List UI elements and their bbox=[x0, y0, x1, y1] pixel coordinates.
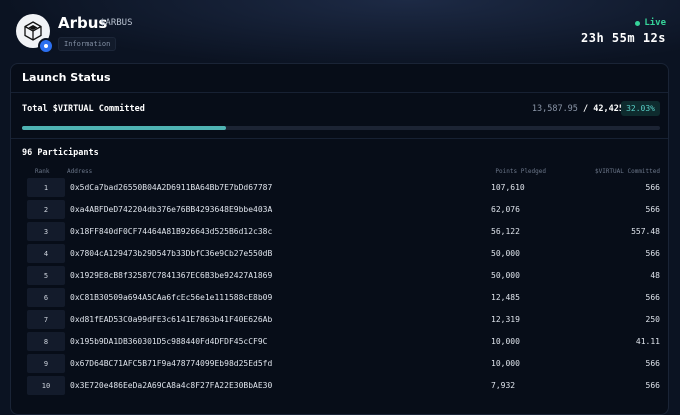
address-cell[interactable]: 0x1929E8cB8f32587C7841367EC6B3be92427A18… bbox=[70, 271, 272, 280]
address-cell[interactable]: 0x67D64BC71AFC5B71F9a478774099Eb98d25Ed5… bbox=[70, 359, 272, 368]
committed-target: 42,425 bbox=[593, 104, 624, 114]
points-cell: 107,610 bbox=[491, 183, 525, 192]
points-cell: 10,000 bbox=[491, 337, 520, 346]
virtual-cell: 566 bbox=[645, 381, 660, 390]
progress-divider bbox=[11, 138, 668, 139]
committed-label: Total $VIRTUAL Committed bbox=[22, 104, 145, 114]
rank-cell: 8 bbox=[27, 332, 65, 351]
virtual-cell: 566 bbox=[645, 183, 660, 192]
table-row[interactable]: 9 0x67D64BC71AFC5B71F9a478774099Eb98d25Ed… bbox=[27, 354, 660, 373]
rank-cell: 10 bbox=[27, 376, 65, 395]
token-ticker: $ARBUS bbox=[100, 18, 133, 28]
address-cell[interactable]: 0xd81fEAD53C0a99dFE3c6141E7863b41F40E626… bbox=[70, 315, 272, 324]
table-row[interactable]: 8 0x195b9DA1DB360301D5c988440Fd4DFDF45cCF… bbox=[27, 332, 660, 351]
points-cell: 50,000 bbox=[491, 271, 520, 280]
rank-cell: 5 bbox=[27, 266, 65, 285]
address-cell[interactable]: 0x7804cA129473b29D547b33DbfC36e9Cb27e550… bbox=[70, 249, 272, 258]
rank-cell: 1 bbox=[27, 178, 65, 197]
address-cell[interactable]: 0xa4ABFDeD742204db376e76BB4293648E9bbe40… bbox=[70, 205, 272, 214]
rank-cell: 7 bbox=[27, 310, 65, 329]
live-dot-icon bbox=[635, 20, 641, 26]
launch-status-panel: Launch Status Total $VIRTUAL Committed 1… bbox=[10, 63, 669, 415]
address-cell[interactable]: 0xC81B30509a694A5CAa6fcEc56e1e111588cE8b… bbox=[70, 293, 272, 302]
committed-current: 13,587.95 bbox=[531, 104, 578, 114]
points-cell: 10,000 bbox=[491, 359, 520, 368]
committed-amount: 13,587.95 / 42,425 bbox=[532, 104, 624, 114]
virtual-cell: 250 bbox=[645, 315, 660, 324]
rank-cell: 2 bbox=[27, 200, 65, 219]
points-cell: 62,076 bbox=[491, 205, 520, 214]
live-status: Live bbox=[635, 18, 666, 28]
table-row[interactable]: 2 0xa4ABFDeD742204db376e76BB4293648E9bbe4… bbox=[27, 200, 660, 219]
address-cell[interactable]: 0x3E720e486EeDa2A69CA8a4c8F27FA22E30BbAE… bbox=[70, 381, 272, 390]
progress-bar bbox=[22, 126, 660, 130]
virtual-cell: 566 bbox=[645, 293, 660, 302]
virtual-cell: 48 bbox=[650, 271, 660, 280]
virtual-cell: 566 bbox=[645, 205, 660, 214]
column-header-address: Address bbox=[67, 168, 93, 175]
panel-title: Launch Status bbox=[22, 71, 111, 84]
points-cell: 56,122 bbox=[491, 227, 520, 236]
title-divider bbox=[11, 92, 668, 93]
address-cell[interactable]: 0x18FF840dF0CF74464A81B926643d525B6d12c3… bbox=[70, 227, 272, 236]
table-row[interactable]: 3 0x18FF840dF0CF74464A81B926643d525B6d12c… bbox=[27, 222, 660, 241]
committed-percent-badge: 32.03% bbox=[621, 101, 660, 116]
virtual-cell: 41.11 bbox=[635, 337, 660, 346]
verified-badge-icon bbox=[38, 38, 54, 54]
table-row[interactable]: 10 0x3E720e486EeDa2A69CA8a4c8F27FA22E30Bb… bbox=[27, 376, 660, 395]
column-header-points: Points Pledged bbox=[495, 168, 546, 175]
virtual-cell: 557.48 bbox=[631, 227, 660, 236]
information-tab[interactable]: Information bbox=[58, 37, 117, 51]
points-cell: 50,000 bbox=[491, 249, 520, 258]
committed-separator: / bbox=[577, 104, 594, 114]
token-header: Arbus $ARBUS Information Live 23h 55m 12… bbox=[0, 0, 680, 62]
cube-logo-graphic bbox=[24, 21, 42, 41]
rank-cell: 9 bbox=[27, 354, 65, 373]
table-row[interactable]: 4 0x7804cA129473b29D547b33DbfC36e9Cb27e55… bbox=[27, 244, 660, 263]
progress-fill bbox=[22, 126, 227, 130]
table-row[interactable]: 7 0xd81fEAD53C0a99dFE3c6141E7863b41F40E62… bbox=[27, 310, 660, 329]
countdown-timer: 23h 55m 12s bbox=[581, 31, 666, 45]
virtual-cell: 566 bbox=[645, 249, 660, 258]
table-row[interactable]: 6 0xC81B30509a694A5CAa6fcEc56e1e111588cE8… bbox=[27, 288, 660, 307]
points-cell: 12,485 bbox=[491, 293, 520, 302]
live-label: Live bbox=[644, 18, 666, 28]
table-row[interactable]: 5 0x1929E8cB8f32587C7841367EC6B3be92427A1… bbox=[27, 266, 660, 285]
column-header-virtual: $VIRTUAL Committed bbox=[594, 168, 660, 175]
rank-cell: 4 bbox=[27, 244, 65, 263]
address-cell[interactable]: 0x5dCa7bad26550B04A2D6911BA64Bb7E7bDd677… bbox=[70, 183, 272, 192]
participants-title: 96 Participants bbox=[22, 148, 99, 158]
points-cell: 12,319 bbox=[491, 315, 520, 324]
rank-cell: 3 bbox=[27, 222, 65, 241]
address-cell[interactable]: 0x195b9DA1DB360301D5c988440Fd4DFDF45cCF9… bbox=[70, 337, 267, 346]
table-row[interactable]: 1 0x5dCa7bad26550B04A2D6911BA64Bb7E7bDd67… bbox=[27, 178, 660, 197]
points-cell: 7,932 bbox=[491, 381, 516, 390]
rank-cell: 6 bbox=[27, 288, 65, 307]
column-header-rank: Rank bbox=[35, 168, 50, 175]
virtual-cell: 566 bbox=[645, 359, 660, 368]
